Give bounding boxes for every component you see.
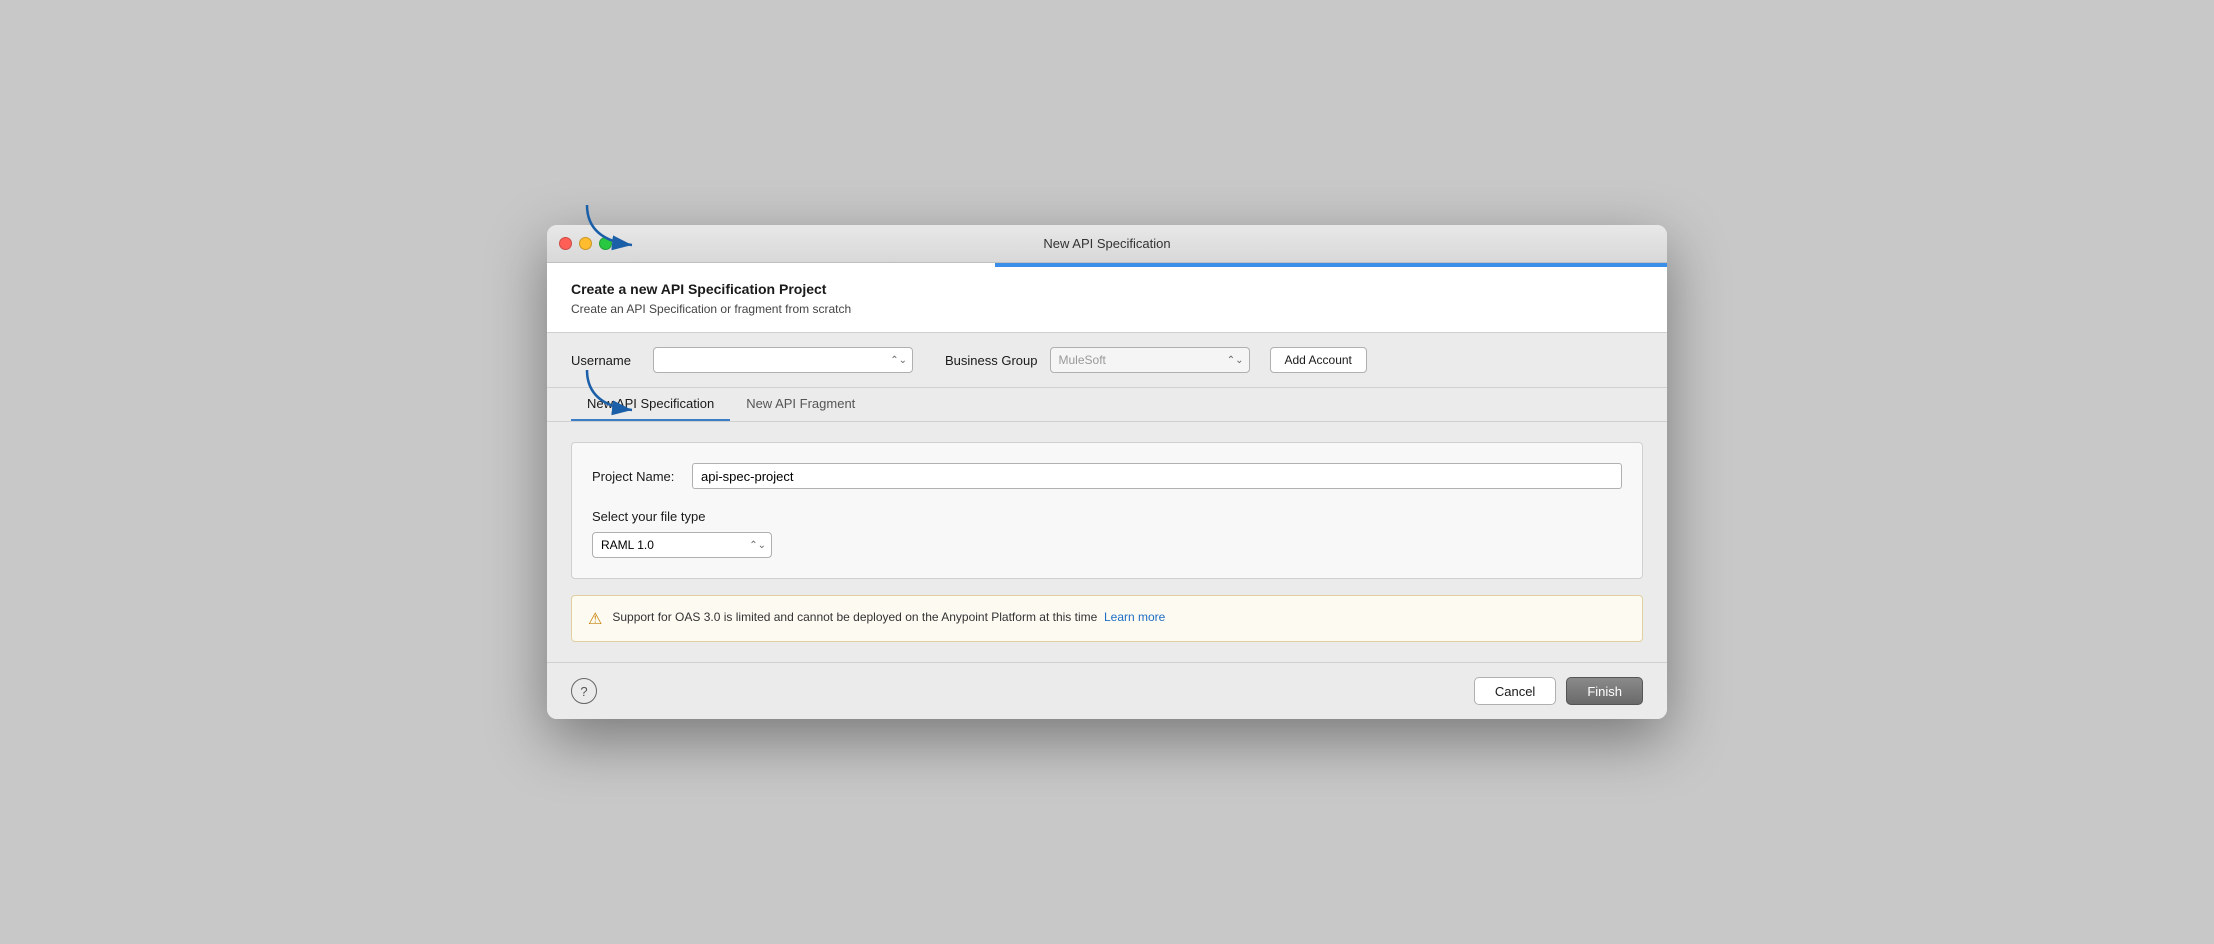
file-type-label: Select your file type	[592, 509, 1622, 524]
warning-box: ⚠ Support for OAS 3.0 is limited and can…	[571, 595, 1643, 642]
minimize-button[interactable]	[579, 237, 592, 250]
close-button[interactable]	[559, 237, 572, 250]
tab-new-api-fragment[interactable]: New API Fragment	[730, 388, 871, 421]
finish-button[interactable]: Finish	[1566, 677, 1643, 705]
learn-more-link[interactable]: Learn more	[1104, 610, 1165, 624]
dialog-footer: ? Cancel Finish	[547, 662, 1667, 719]
warning-icon: ⚠	[588, 609, 602, 629]
username-select[interactable]	[653, 347, 913, 373]
dialog-subtitle: Create an API Specification or fragment …	[571, 302, 1643, 316]
business-group-select-wrapper: MuleSoft ⌃⌄	[1050, 347, 1250, 373]
file-type-select-wrapper: RAML 1.0 OAS 2.0 OAS 3.0 ⌃⌄	[592, 532, 772, 558]
dialog-title: Create a new API Specification Project	[571, 281, 1643, 297]
project-name-label: Project Name:	[592, 469, 692, 484]
window-title: New API Specification	[1043, 236, 1170, 251]
main-content: Project Name: Select your file type RAML…	[547, 422, 1667, 662]
title-bar: New API Specification	[547, 225, 1667, 263]
form-panel: Project Name: Select your file type RAML…	[571, 442, 1643, 579]
help-button[interactable]: ?	[571, 678, 597, 704]
dialog-window: New API Specification Create a new API S…	[547, 225, 1667, 719]
username-row: Username ⌃⌄ Business Group MuleSoft ⌃⌄ A…	[547, 333, 1667, 388]
help-icon: ?	[580, 684, 587, 699]
footer-buttons: Cancel Finish	[1474, 677, 1643, 705]
dialog-header: Create a new API Specification Project C…	[547, 263, 1667, 333]
username-label: Username	[571, 353, 641, 368]
business-group-select[interactable]: MuleSoft	[1050, 347, 1250, 373]
warning-text: Support for OAS 3.0 is limited and canno…	[612, 608, 1165, 626]
loading-bar	[995, 263, 1667, 267]
add-account-button[interactable]: Add Account	[1270, 347, 1367, 373]
project-name-input[interactable]	[692, 463, 1622, 489]
business-group-label: Business Group	[945, 353, 1038, 368]
maximize-button[interactable]	[599, 237, 612, 250]
desktop: New API Specification Create a new API S…	[0, 0, 2214, 944]
cancel-button[interactable]: Cancel	[1474, 677, 1556, 705]
window-controls	[559, 237, 612, 250]
project-name-row: Project Name:	[592, 463, 1622, 489]
file-type-section: Select your file type RAML 1.0 OAS 2.0 O…	[592, 509, 1622, 558]
tabs-container: New API Specification New API Fragment	[547, 388, 1667, 422]
file-type-select[interactable]: RAML 1.0 OAS 2.0 OAS 3.0	[592, 532, 772, 558]
tab-new-api-specification[interactable]: New API Specification	[571, 388, 730, 421]
tabs-row: New API Specification New API Fragment	[571, 388, 1643, 421]
username-select-wrapper: ⌃⌄	[653, 347, 913, 373]
